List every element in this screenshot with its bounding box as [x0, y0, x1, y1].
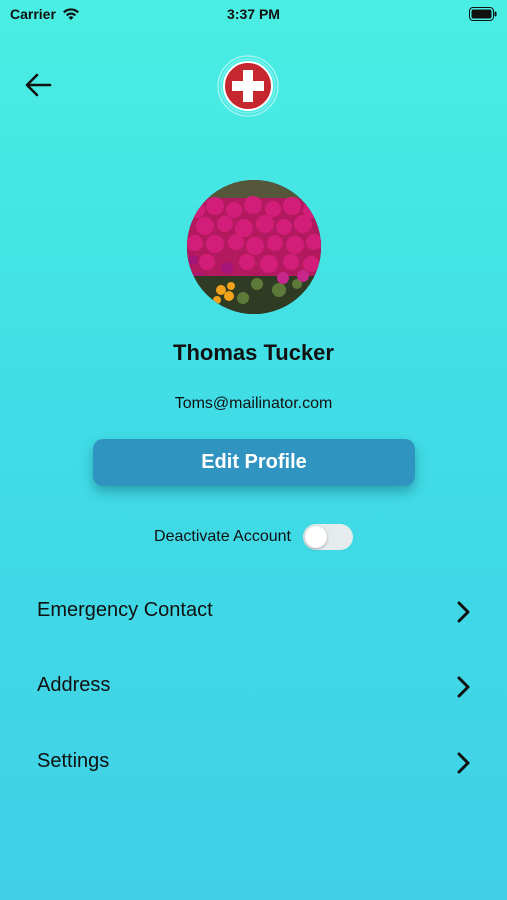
medical-cross-icon	[216, 54, 280, 118]
menu-item-label: Address	[37, 674, 111, 696]
status-time: 3:37 PM	[227, 6, 280, 22]
status-bar: Carrier 3:37 PM	[0, 0, 507, 30]
battery-icon	[469, 7, 497, 26]
chevron-right-icon	[457, 601, 470, 623]
deactivate-account-row: Deactivate Account	[0, 524, 507, 550]
avatar	[187, 180, 321, 314]
deactivate-account-toggle[interactable]	[302, 524, 353, 550]
toggle-knob	[304, 526, 327, 548]
menu-item-label: Emergency Contact	[37, 599, 213, 621]
menu-item-settings[interactable]: Settings	[0, 738, 507, 788]
edit-profile-button[interactable]: Edit Profile	[93, 439, 415, 486]
menu-item-emergency-contact[interactable]: Emergency Contact	[0, 587, 507, 637]
back-button[interactable]	[20, 70, 56, 100]
deactivate-account-label: Deactivate Account	[154, 528, 291, 545]
menu-item-address[interactable]: Address	[0, 662, 507, 712]
menu-item-label: Settings	[37, 750, 110, 772]
chevron-right-icon	[457, 752, 470, 774]
chevron-right-icon	[457, 676, 470, 698]
user-name: Thomas Tucker	[173, 340, 334, 365]
user-email: Toms@mailinator.com	[174, 395, 333, 412]
arrow-left-icon	[25, 73, 52, 97]
